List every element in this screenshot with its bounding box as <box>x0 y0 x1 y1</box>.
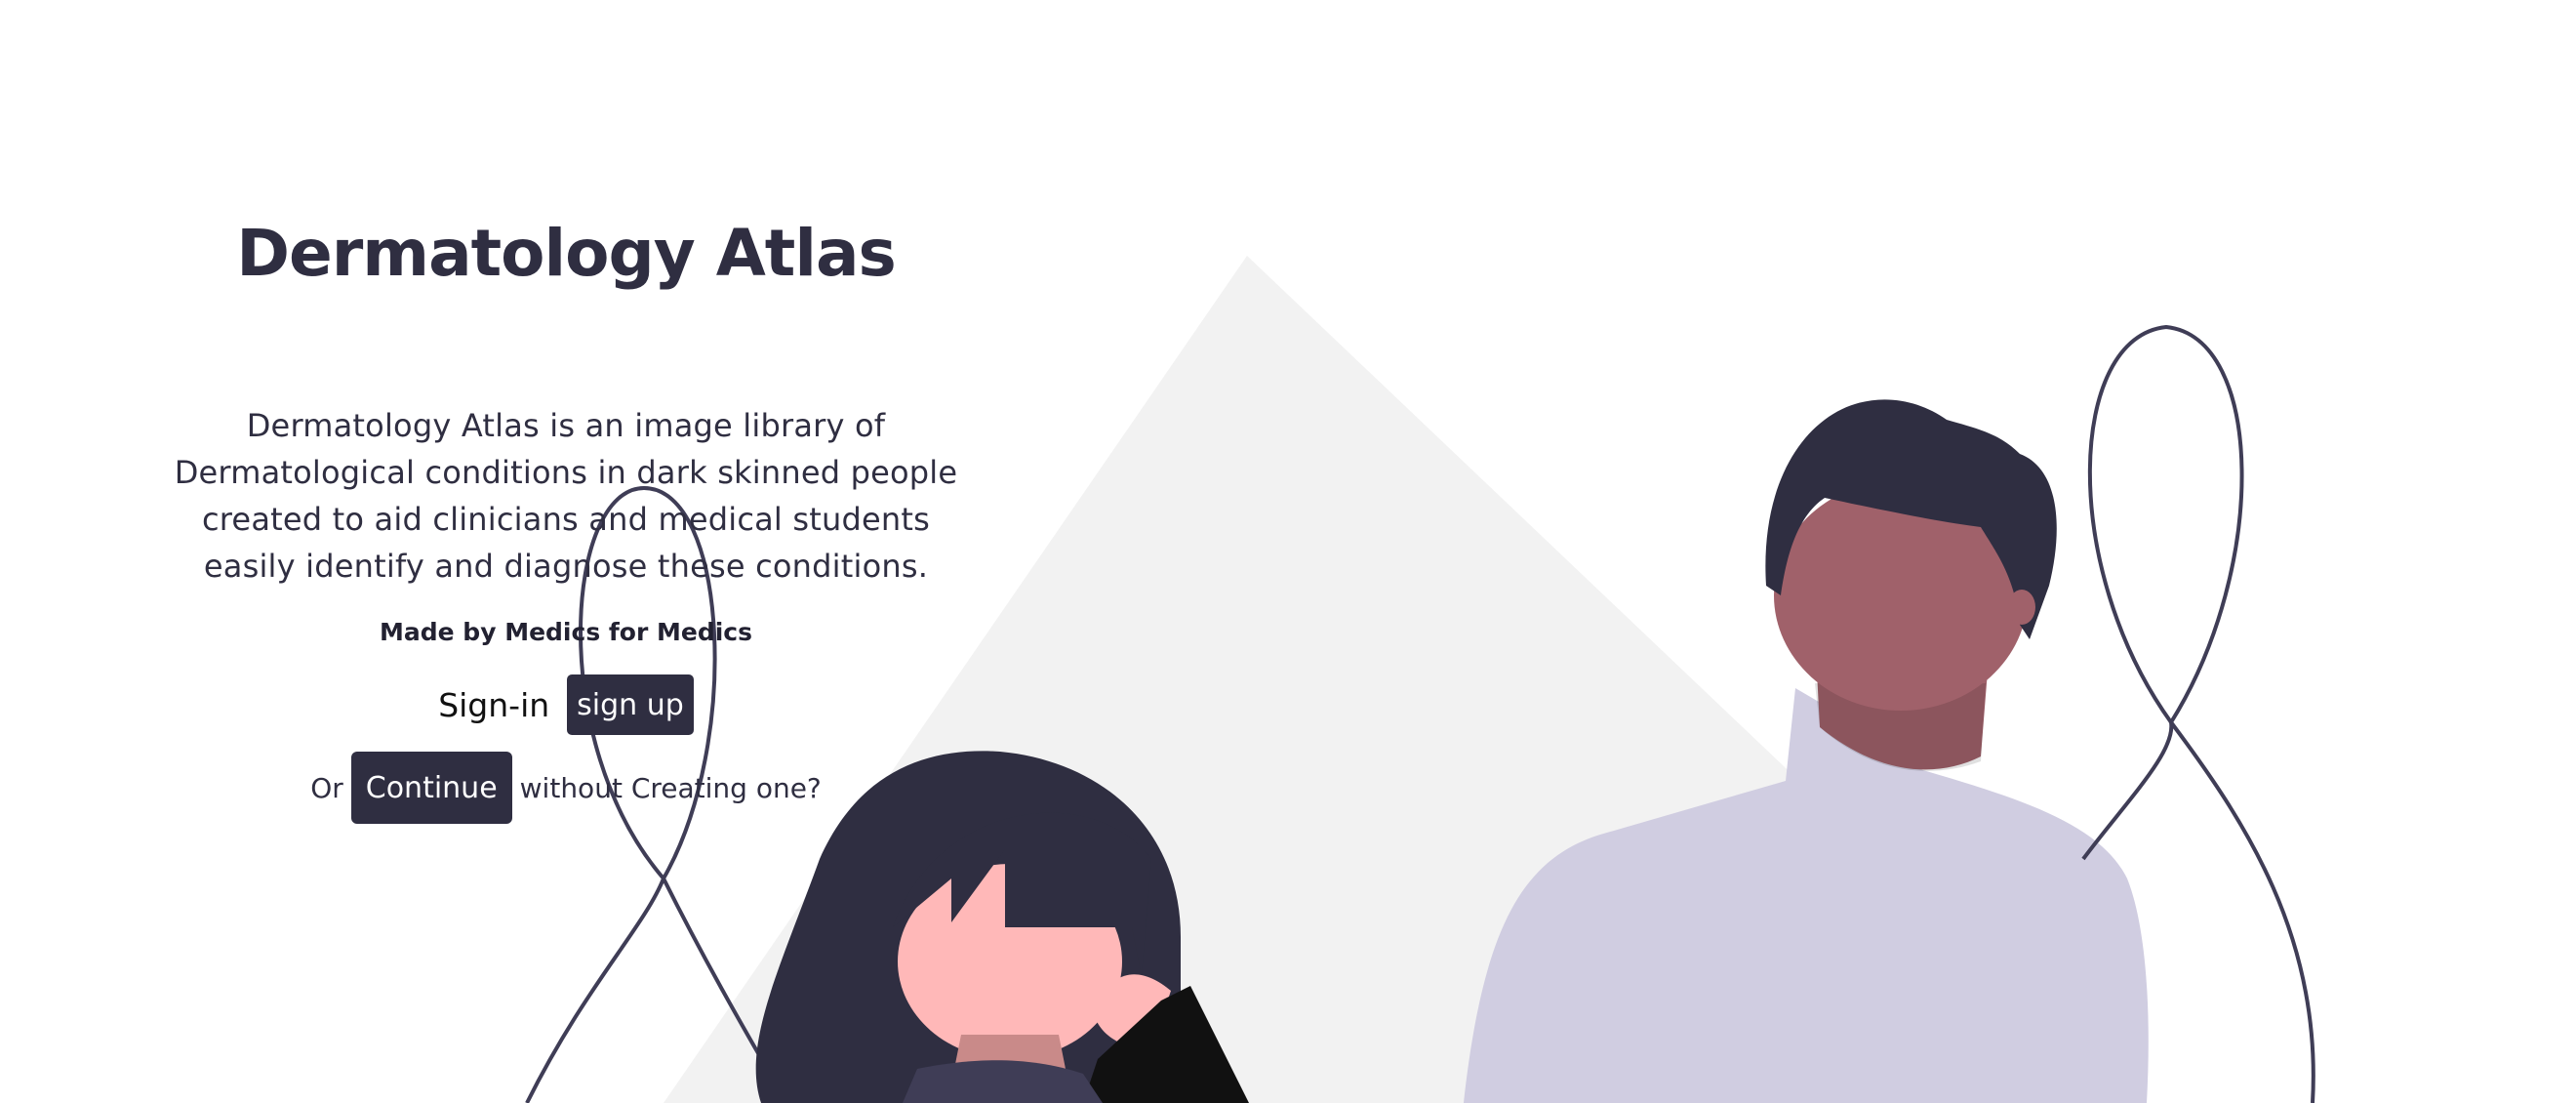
man-ear <box>2008 590 2035 625</box>
guest-continue-row: Or Continue without Creating one? <box>156 752 976 824</box>
hero-section: Dermatology Atlas Dermatology Atlas is a… <box>156 195 976 824</box>
continue-button[interactable]: Continue <box>350 752 512 824</box>
without-account-label: without Creating one? <box>519 771 822 804</box>
auth-row: Sign-in sign up <box>156 674 976 736</box>
or-label: Or <box>310 771 343 804</box>
signin-link[interactable]: Sign-in <box>438 686 549 724</box>
tagline: Made by Medics for Medics <box>380 618 752 646</box>
intro-description: Dermatology Atlas is an image library of… <box>174 407 958 585</box>
page-title: Dermatology Atlas <box>236 216 897 291</box>
signup-button[interactable]: sign up <box>567 674 694 735</box>
